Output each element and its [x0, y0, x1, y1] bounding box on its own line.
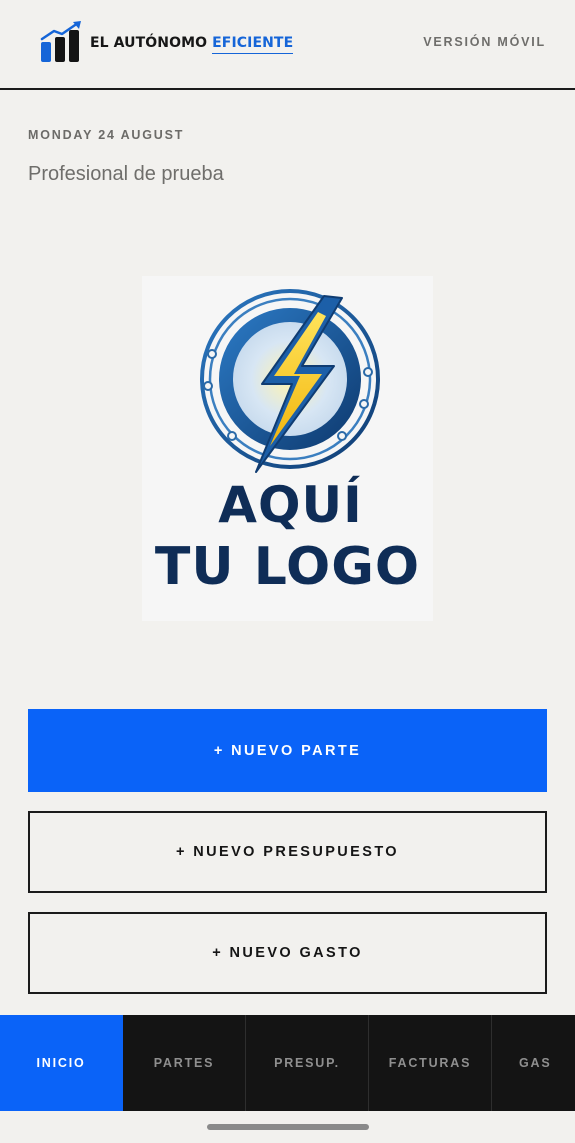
tab-presupuestos[interactable]: PRESUP. — [246, 1015, 369, 1111]
brand-logo[interactable]: EL AUTÓNOMO EFICIENTE — [40, 20, 294, 64]
lightning-circle-icon — [200, 289, 380, 473]
new-expense-button[interactable]: + NUEVO GASTO — [28, 912, 547, 994]
brand-name-primary: EL AUTÓNOMO — [90, 35, 208, 51]
app-header: EL AUTÓNOMO EFICIENTE VERSIÓN MÓVIL — [0, 0, 575, 90]
tab-facturas[interactable]: FACTURAS — [369, 1015, 492, 1111]
bar-chart-growth-icon — [40, 21, 81, 62]
brand-name-accent: EFICIENTE — [212, 35, 294, 54]
new-part-button[interactable]: + NUEVO PARTE — [28, 709, 547, 792]
bottom-tab-bar: INICIO PARTES PRESUP. FACTURAS GAS — [0, 1015, 575, 1111]
home-indicator[interactable] — [207, 1124, 369, 1130]
tab-inicio[interactable]: INICIO — [0, 1015, 123, 1111]
logo-placeholder-line2: TU LOGO — [154, 537, 421, 597]
mobile-version-label: VERSIÓN MÓVIL — [423, 35, 546, 49]
new-quote-button[interactable]: + NUEVO PRESUPUESTO — [28, 811, 547, 893]
logo-placeholder-line1: AQUÍ — [218, 476, 363, 534]
tab-gastos[interactable]: GAS — [492, 1015, 575, 1111]
tab-partes[interactable]: PARTES — [123, 1015, 246, 1111]
current-date: MONDAY 24 AUGUST — [28, 128, 185, 142]
profile-name: Profesional de prueba — [28, 163, 224, 185]
brand-name: EL AUTÓNOMO EFICIENTE — [90, 35, 294, 54]
